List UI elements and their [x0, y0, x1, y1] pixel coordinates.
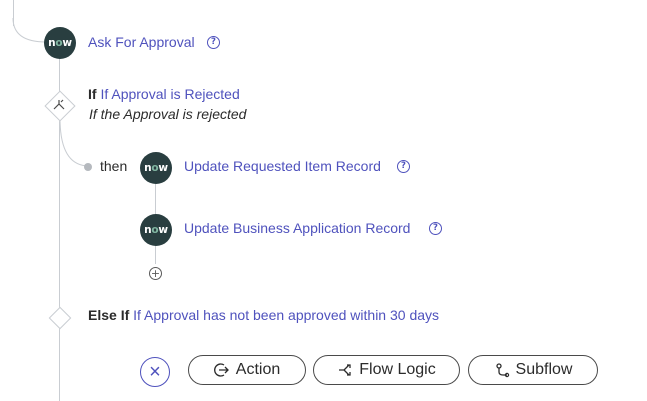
close-button[interactable]: ×: [140, 357, 170, 387]
else-if-condition-row: Else If If Approval has not been approve…: [88, 307, 439, 323]
ask-for-approval-link[interactable]: Ask For Approval: [88, 34, 195, 50]
if-keyword: If: [88, 86, 97, 102]
flow-logic-label: Flow Logic: [359, 361, 436, 378]
else-if-diamond-node: [48, 306, 72, 330]
add-subflow-button[interactable]: Subflow: [468, 355, 598, 385]
update-requested-item-record-link[interactable]: Update Requested Item Record: [184, 158, 381, 174]
action-icon: [213, 363, 229, 377]
if-condition-row: If If Approval is Rejected: [88, 86, 240, 102]
now-logo-icon: now: [44, 27, 76, 59]
add-flow-logic-button[interactable]: Flow Logic: [313, 355, 460, 385]
help-icon[interactable]: ?: [207, 36, 220, 49]
subflow-label: Subflow: [515, 361, 573, 378]
flow-logic-icon: [339, 364, 351, 376]
else-if-keyword: Else If: [88, 307, 130, 323]
then-dot: [84, 163, 92, 171]
branch-icon: [53, 99, 65, 110]
then-connector-curve: [59, 118, 90, 167]
help-icon[interactable]: ?: [429, 222, 442, 235]
subflow-icon: [495, 363, 509, 378]
if-condition-link[interactable]: If Approval is Rejected: [100, 86, 239, 102]
add-step-icon[interactable]: +: [149, 267, 162, 280]
then-label: then: [100, 158, 128, 174]
now-logo-icon: now: [140, 152, 172, 184]
update-business-application-record-link[interactable]: Update Business Application Record: [184, 220, 410, 236]
close-icon: ×: [149, 361, 161, 383]
help-icon[interactable]: ?: [397, 160, 410, 173]
else-if-condition-link[interactable]: If Approval has not been approved within…: [133, 307, 439, 323]
if-description: If the Approval is rejected: [89, 106, 247, 122]
action-label: Action: [235, 361, 281, 378]
add-action-button[interactable]: Action: [188, 355, 306, 385]
now-logo-icon: now: [140, 214, 172, 246]
